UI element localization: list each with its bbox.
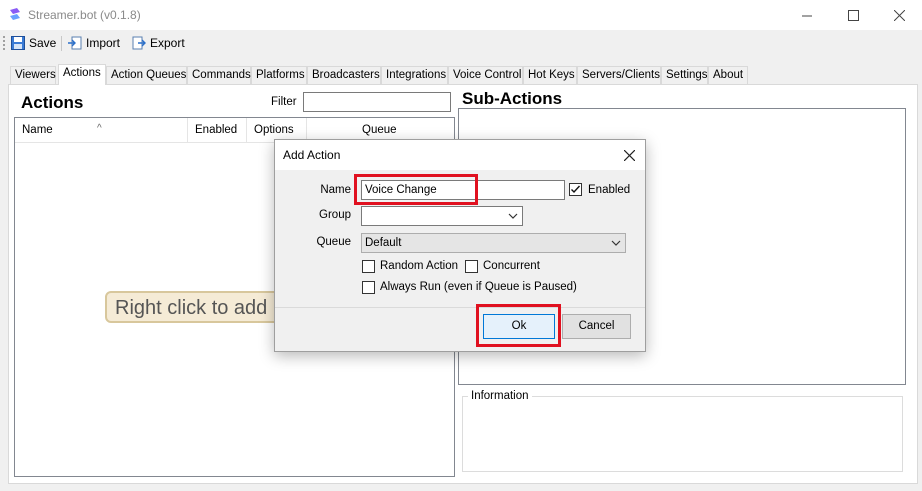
close-icon [623, 149, 635, 161]
minimize-button[interactable] [784, 0, 830, 30]
tab-platforms[interactable]: Platforms [251, 66, 307, 84]
tab-commands[interactable]: Commands [187, 66, 251, 84]
ok-button[interactable]: Ok [483, 314, 555, 339]
cancel-button[interactable]: Cancel [562, 314, 631, 339]
group-dropdown[interactable] [361, 206, 523, 226]
toolbar-separator [61, 36, 62, 51]
checkmark-icon [571, 185, 581, 194]
tab-settings[interactable]: Settings [661, 66, 708, 84]
always-run-label: Always Run (even if Queue is Paused) [380, 281, 577, 293]
export-button[interactable]: Export [132, 33, 185, 53]
information-group [462, 396, 903, 472]
streamerbot-logo-icon [10, 8, 20, 20]
import-icon [68, 36, 82, 50]
always-run-checkbox[interactable] [362, 281, 375, 294]
column-header-enabled[interactable]: Enabled [188, 118, 247, 143]
window-title: Streamer.bot (v0.1.8) [28, 8, 141, 22]
queue-value: Default [365, 237, 402, 249]
export-label: Export [150, 36, 185, 50]
maximize-icon [847, 9, 859, 21]
name-label: Name [320, 184, 351, 196]
concurrent-label: Concurrent [483, 260, 540, 272]
tab-action-queues[interactable]: Action Queues [106, 66, 187, 84]
actions-heading: Actions [21, 93, 84, 112]
dialog-footer: Ok Cancel [275, 308, 645, 351]
tab-about[interactable]: About [708, 66, 748, 84]
filter-label: Filter [271, 96, 297, 108]
title-bar: Streamer.bot (v0.1.8) [0, 0, 922, 30]
sort-ascending-icon: ^ [97, 123, 102, 134]
queue-dropdown[interactable]: Default [361, 233, 626, 253]
toolbar: Save Import Export [0, 30, 922, 56]
dialog-title-bar: Add Action [275, 140, 645, 170]
toolbar-grip[interactable] [3, 36, 5, 50]
tab-broadcasters[interactable]: Broadcasters [307, 66, 381, 84]
chevron-down-icon [508, 213, 518, 219]
add-action-dialog: Add Action Name Voice Change Enabled Gro… [274, 139, 646, 352]
enabled-checkbox[interactable] [569, 183, 582, 196]
chevron-down-icon [611, 240, 621, 246]
tab-actions[interactable]: Actions [58, 64, 106, 85]
close-window-button[interactable] [876, 0, 922, 30]
save-button[interactable]: Save [11, 33, 56, 53]
import-label: Import [86, 36, 121, 50]
column-name-label: Name [22, 124, 53, 136]
information-label: Information [468, 390, 532, 402]
maximize-button[interactable] [830, 0, 876, 30]
tab-voice-control[interactable]: Voice Control [448, 66, 523, 84]
enabled-label: Enabled [588, 184, 631, 196]
close-icon [893, 9, 905, 21]
name-input[interactable]: Voice Change [361, 180, 565, 200]
filter-input[interactable] [303, 92, 451, 112]
queue-label: Queue [316, 236, 351, 248]
tab-hot-keys[interactable]: Hot Keys [523, 66, 577, 84]
group-label: Group [319, 209, 351, 221]
dialog-title: Add Action [283, 148, 341, 162]
concurrent-checkbox[interactable] [465, 260, 478, 273]
floppy-disk-icon [11, 36, 25, 50]
dialog-close-button[interactable] [619, 145, 639, 165]
sub-actions-heading: Sub-Actions [462, 89, 563, 108]
tab-servers-clients[interactable]: Servers/Clients [577, 66, 661, 84]
minimize-icon [801, 15, 812, 16]
export-icon [132, 36, 146, 50]
import-button[interactable]: Import [68, 33, 120, 53]
save-label: Save [29, 36, 57, 50]
random-action-checkbox[interactable] [362, 260, 375, 273]
column-header-name[interactable]: Name ^ [15, 118, 188, 143]
tab-integrations[interactable]: Integrations [381, 66, 448, 84]
tab-viewers[interactable]: Viewers [10, 66, 56, 84]
random-action-label: Random Action [380, 260, 458, 272]
